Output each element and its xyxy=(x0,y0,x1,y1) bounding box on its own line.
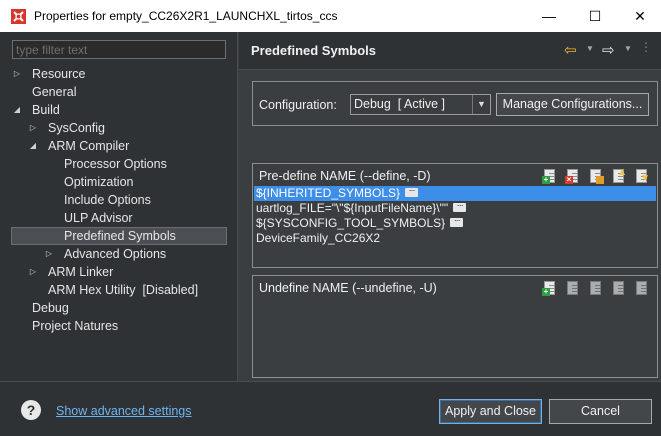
tree-item-label: Advanced Options xyxy=(64,247,167,261)
more-options-icon[interactable]: ··· xyxy=(405,186,419,198)
properties-app-icon xyxy=(11,9,26,24)
tree-item-arm-hex-utility[interactable]: ARM Hex Utility [Disabled] xyxy=(12,281,227,299)
tree-item-optimization[interactable]: Optimization xyxy=(12,173,227,191)
tree-item-resource[interactable]: ▷ Resource xyxy=(12,65,227,83)
tree-item-label: Processor Options xyxy=(64,157,167,171)
tree-item-label: Include Options xyxy=(64,193,151,207)
collapse-arrow-icon[interactable]: ◢ xyxy=(12,101,22,119)
list-item[interactable]: ${SYSCONFIG_TOOL_SYMBOLS} ··· xyxy=(254,216,656,231)
more-options-icon[interactable]: ··· xyxy=(453,201,467,213)
tree-item-ulp-advisor[interactable]: ULP Advisor xyxy=(12,209,227,227)
minimize-button[interactable]: — xyxy=(526,0,572,32)
title-bar: Properties for empty_CC26X2R1_LAUNCHXL_t… xyxy=(0,0,661,32)
forward-arrow-icon[interactable]: ⇨ xyxy=(602,41,615,59)
window-title: Properties for empty_CC26X2R1_LAUNCHXL_t… xyxy=(34,9,338,23)
tree-item-label: Optimization xyxy=(64,175,134,189)
add-symbol-icon[interactable]: + xyxy=(542,168,558,184)
add-symbol-icon[interactable]: + xyxy=(542,280,558,296)
tree-item-debug[interactable]: Debug xyxy=(12,299,227,317)
configuration-value: Debug [ Active ] xyxy=(354,97,446,111)
navigation-pane: ▷ Resource General ◢ Build ▷ SysConfig ◢… xyxy=(0,32,238,381)
delete-symbol-icon[interactable]: × xyxy=(565,168,581,184)
expand-arrow-icon[interactable]: ▷ xyxy=(12,65,22,83)
tree-item-label: ARM Linker xyxy=(48,265,114,279)
delete-symbol-icon[interactable] xyxy=(565,280,581,296)
predefine-toolbar: + × ▲ ▼ xyxy=(542,168,650,184)
tree-item-label: Predefined Symbols xyxy=(64,229,176,243)
predefine-symbols-list[interactable]: ${INHERITED_SYMBOLS} ··· uartlog_FILE="\"… xyxy=(254,186,656,246)
predefine-group: Pre-define NAME (--define, -D) + × ▲ ▼ $… xyxy=(252,163,658,268)
list-item[interactable]: DeviceFamily_CC26X2 xyxy=(254,231,656,246)
list-item[interactable]: ${INHERITED_SYMBOLS} ··· xyxy=(254,186,656,201)
tree-item-include-options[interactable]: Include Options xyxy=(12,191,227,209)
expand-arrow-icon[interactable]: ▷ xyxy=(44,245,54,263)
tree-item-label: ARM Hex Utility [Disabled] xyxy=(48,283,199,297)
tree-item-label: Resource xyxy=(32,67,86,81)
back-arrow-icon[interactable]: ⇦ xyxy=(564,41,577,59)
tree-item-advanced-options[interactable]: ▷ Advanced Options xyxy=(12,245,227,263)
content-pane: Predefined Symbols ⇦ ▼ ⇨ ▼ ⋮ Configurati… xyxy=(239,32,661,381)
tree-item-predefined-symbols[interactable]: Predefined Symbols xyxy=(11,227,227,245)
close-button[interactable]: ✕ xyxy=(617,0,661,32)
expand-arrow-icon[interactable]: ▷ xyxy=(28,263,38,281)
cancel-button[interactable]: Cancel xyxy=(549,399,652,424)
tree-item-label: Project Natures xyxy=(32,319,119,333)
move-down-icon[interactable]: ▼ xyxy=(634,168,650,184)
move-down-icon[interactable] xyxy=(634,280,650,296)
forward-history-dropdown-icon[interactable]: ▼ xyxy=(624,44,632,53)
show-advanced-settings-link[interactable]: Show advanced settings xyxy=(56,404,192,418)
symbol-text: uartlog_FILE="\"${InputFileName}\"" xyxy=(256,201,449,215)
filter-input[interactable] xyxy=(12,40,226,59)
maximize-button[interactable]: ☐ xyxy=(572,0,618,32)
tree-item-label: Build xyxy=(32,103,60,117)
symbol-text: ${INHERITED_SYMBOLS} xyxy=(256,186,401,200)
symbol-text: ${SYSCONFIG_TOOL_SYMBOLS} xyxy=(256,216,446,230)
tree-item-general[interactable]: General xyxy=(12,83,227,101)
dialog-footer: ? Show advanced settings Apply and Close… xyxy=(0,381,661,436)
predefine-title: Pre-define NAME (--define, -D) xyxy=(259,169,431,183)
tree-item-sysconfig[interactable]: ▷ SysConfig xyxy=(12,119,227,137)
undefine-title: Undefine NAME (--undefine, -U) xyxy=(259,281,437,295)
move-up-icon[interactable] xyxy=(611,280,627,296)
help-icon[interactable]: ? xyxy=(21,400,41,420)
tree-item-arm-linker[interactable]: ▷ ARM Linker xyxy=(12,263,227,281)
tree-item-project-natures[interactable]: Project Natures xyxy=(12,317,227,335)
list-item[interactable]: uartlog_FILE="\"${InputFileName}\"" ··· xyxy=(254,201,656,216)
chevron-down-icon[interactable]: ▼ xyxy=(472,95,490,114)
move-up-icon[interactable]: ▲ xyxy=(611,168,627,184)
undefine-group: Undefine NAME (--undefine, -U) + xyxy=(252,275,658,378)
edit-symbol-icon[interactable] xyxy=(588,168,604,184)
manage-configurations-button[interactable]: Manage Configurations... xyxy=(496,93,649,116)
view-menu-icon[interactable]: ⋮ xyxy=(640,40,652,54)
tree-item-label: SysConfig xyxy=(48,121,105,135)
page-header: Predefined Symbols ⇦ ▼ ⇨ ▼ ⋮ xyxy=(239,32,661,70)
tree-item-label: ARM Compiler xyxy=(48,139,130,153)
collapse-arrow-icon[interactable]: ◢ xyxy=(28,137,38,155)
more-options-icon[interactable]: ··· xyxy=(450,216,464,228)
tree-item-build[interactable]: ◢ Build xyxy=(12,101,227,119)
tree-item-label: General xyxy=(32,85,77,99)
back-history-dropdown-icon[interactable]: ▼ xyxy=(586,44,594,53)
configuration-select[interactable]: Debug [ Active ] ▼ xyxy=(350,94,491,115)
undefine-symbols-list[interactable] xyxy=(254,298,656,374)
configuration-group: Configuration: Debug [ Active ] ▼ Manage… xyxy=(252,81,658,126)
expand-arrow-icon[interactable]: ▷ xyxy=(28,119,38,137)
tree-item-processor-options[interactable]: Processor Options xyxy=(12,155,227,173)
edit-symbol-icon[interactable] xyxy=(588,280,604,296)
page-title: Predefined Symbols xyxy=(251,43,376,58)
tree-item-arm-compiler[interactable]: ◢ ARM Compiler xyxy=(12,137,227,155)
tree-item-label: Debug xyxy=(32,301,69,315)
tree-item-label: ULP Advisor xyxy=(64,211,133,225)
apply-and-close-button[interactable]: Apply and Close xyxy=(439,399,542,424)
configuration-label: Configuration: xyxy=(259,98,337,112)
symbol-text: DeviceFamily_CC26X2 xyxy=(256,231,381,245)
undefine-toolbar: + xyxy=(542,280,650,296)
